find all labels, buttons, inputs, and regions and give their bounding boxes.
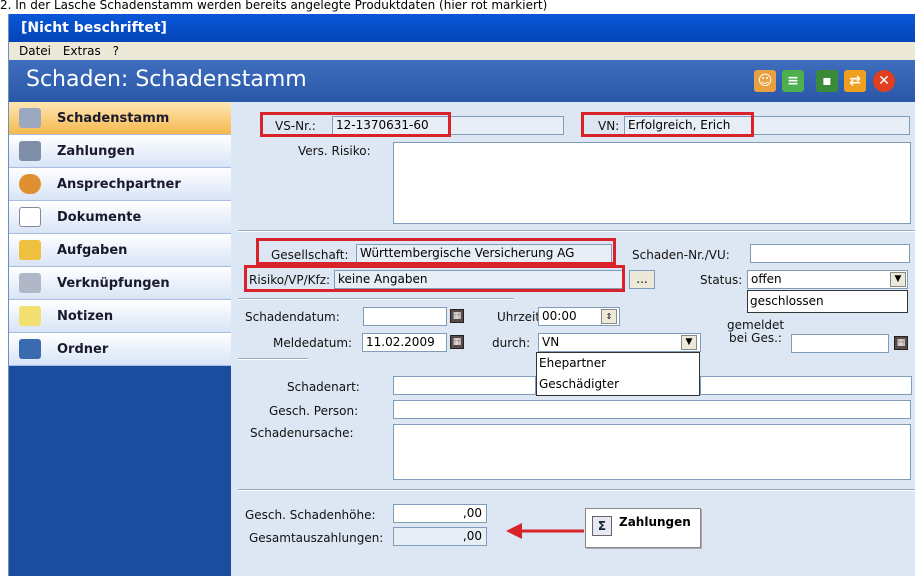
schadenart-label: Schadenart: xyxy=(287,380,360,394)
gesch-person-field[interactable] xyxy=(393,400,911,419)
gemeldet-bei-ges-field[interactable] xyxy=(791,334,889,353)
vers-risiko-label: Vers. Risiko: xyxy=(298,144,371,158)
person-add-icon[interactable]: ☺ xyxy=(754,70,776,92)
meldedatum-label: Meldedatum: xyxy=(273,336,353,350)
zahlungen-button[interactable]: Σ Zahlungen xyxy=(585,508,701,548)
arrow-icon xyxy=(506,523,584,539)
save-icon[interactable]: ▪ xyxy=(816,70,838,92)
link-icon xyxy=(19,273,41,293)
sidebar-item-label: Aufgaben xyxy=(57,243,128,258)
gesellschaft-label: Gesellschaft: xyxy=(271,248,349,262)
schaden-nr-label: Schaden-Nr./VU: xyxy=(632,248,730,262)
divider xyxy=(238,489,915,491)
schadenart-field[interactable] xyxy=(393,376,536,395)
wrench-icon xyxy=(19,108,41,128)
sidebar-item-notizen[interactable]: Notizen xyxy=(9,300,231,333)
divider xyxy=(238,230,915,232)
sidebar-item-zahlungen[interactable]: Zahlungen xyxy=(9,135,231,168)
calendar-icon[interactable]: ▦ xyxy=(894,336,908,350)
calendar-icon[interactable]: ▦ xyxy=(450,309,464,323)
sidebar-item-label: Verknüpfungen xyxy=(57,276,170,291)
menu-extras[interactable]: Extras xyxy=(63,44,101,58)
spinner-icon[interactable]: ⇕ xyxy=(601,309,617,324)
document-icon xyxy=(19,207,41,227)
page-title: Schaden: Schadenstamm xyxy=(26,67,307,92)
task-icon xyxy=(19,240,41,260)
schadenart-field-right[interactable] xyxy=(700,376,912,395)
status-dropdown-list: geschlossen xyxy=(747,290,908,313)
vn-field[interactable]: Erfolgreich, Erich xyxy=(624,116,910,135)
form-panel: VS-Nr.: 12-1370631-60 VN: Erfolgreich, E… xyxy=(238,106,915,576)
gesamtauszahlungen-field: ,00 xyxy=(393,527,487,546)
notes-icon xyxy=(19,306,41,326)
caption-text: 2. In der Lasche Schadenstamm werden ber… xyxy=(0,0,915,14)
schaden-nr-field[interactable] xyxy=(750,244,910,263)
vn-label: VN: xyxy=(598,119,620,133)
bei-ges-label: bei Ges.: xyxy=(729,331,782,345)
vsnr-label: VS-Nr.: xyxy=(275,119,316,133)
durch-label: durch: xyxy=(492,336,531,350)
durch-option[interactable]: Geschädigter xyxy=(537,374,699,395)
sidebar-item-verknuepfungen[interactable]: Verknüpfungen xyxy=(9,267,231,300)
durch-option[interactable]: Ehepartner xyxy=(537,353,699,374)
durch-dropdown-list: Ehepartner Geschädigter xyxy=(536,352,700,396)
schadenhoehe-field[interactable]: ,00 xyxy=(393,504,487,523)
schadendatum-label: Schadendatum: xyxy=(245,310,340,324)
menu-datei[interactable]: Datei xyxy=(19,44,51,58)
chevron-down-icon[interactable]: ▼ xyxy=(890,272,906,287)
sidebar-item-aufgaben[interactable]: Aufgaben xyxy=(9,234,231,267)
payments-icon xyxy=(19,141,41,161)
divider xyxy=(238,358,308,360)
gesellschaft-field[interactable]: Württembergische Versicherung AG xyxy=(356,244,612,263)
sidebar-item-label: Notizen xyxy=(57,309,114,324)
gesch-person-label: Gesch. Person: xyxy=(269,404,359,418)
calendar-icon[interactable]: ▦ xyxy=(450,335,464,349)
sidebar-item-label: Dokumente xyxy=(57,210,142,225)
folder-icon xyxy=(19,339,41,359)
sidebar-item-ordner[interactable]: Ordner xyxy=(9,333,231,366)
page-header: Schaden: Schadenstamm ☺ ≡ ▪ ⇄ ✕ xyxy=(9,60,915,102)
zahlungen-button-label: Zahlungen xyxy=(619,515,691,529)
schadenhoehe-label: Gesch. Schadenhöhe: xyxy=(245,508,376,522)
schadenursache-label: Schadenursache: xyxy=(250,426,354,440)
meldedatum-field[interactable]: 11.02.2009 xyxy=(362,333,447,352)
status-select[interactable]: offen xyxy=(747,270,908,289)
risiko-label: Risiko/VP/Kfz: xyxy=(249,273,331,287)
divider xyxy=(238,298,514,300)
document-export-icon[interactable]: ≡ xyxy=(782,70,804,92)
window-title: [Nicht beschriftet] xyxy=(9,14,915,42)
gemeldet-label: gemeldet xyxy=(727,318,785,332)
close-icon[interactable]: ✕ xyxy=(873,70,895,92)
person-icon xyxy=(19,174,41,194)
sidebar-item-schadenstamm[interactable]: Schadenstamm xyxy=(9,102,231,135)
sidebar: Schadenstamm Zahlungen Ansprechpartner D… xyxy=(9,102,231,576)
risiko-field[interactable]: keine Angaben xyxy=(334,270,624,289)
gesamtauszahlungen-label: Gesamtauszahlungen: xyxy=(249,531,384,545)
menu-bar: Datei Extras ? xyxy=(9,42,915,60)
chevron-down-icon[interactable]: ▼ xyxy=(681,335,697,350)
status-option[interactable]: geschlossen xyxy=(748,291,907,312)
schadendatum-field[interactable] xyxy=(363,307,447,326)
status-label: Status: xyxy=(700,273,743,287)
risiko-select-button[interactable]: ... xyxy=(629,270,655,289)
sidebar-item-label: Schadenstamm xyxy=(57,111,170,126)
sidebar-item-label: Ordner xyxy=(57,342,109,357)
sidebar-item-label: Ansprechpartner xyxy=(57,177,181,192)
application-window: [Nicht beschriftet] Datei Extras ? Schad… xyxy=(8,14,915,576)
sidebar-item-ansprechpartner[interactable]: Ansprechpartner xyxy=(9,168,231,201)
sigma-icon: Σ xyxy=(592,516,612,536)
durch-select[interactable]: VN xyxy=(538,333,701,352)
refresh-icon[interactable]: ⇄ xyxy=(844,70,866,92)
vsnr-field[interactable]: 12-1370631-60 xyxy=(332,116,564,135)
sidebar-item-dokumente[interactable]: Dokumente xyxy=(9,201,231,234)
menu-help[interactable]: ? xyxy=(113,44,119,58)
sidebar-item-label: Zahlungen xyxy=(57,144,135,159)
sidebar-background xyxy=(9,366,231,576)
schadenursache-textarea[interactable] xyxy=(393,424,911,480)
vers-risiko-textarea[interactable] xyxy=(393,142,911,224)
